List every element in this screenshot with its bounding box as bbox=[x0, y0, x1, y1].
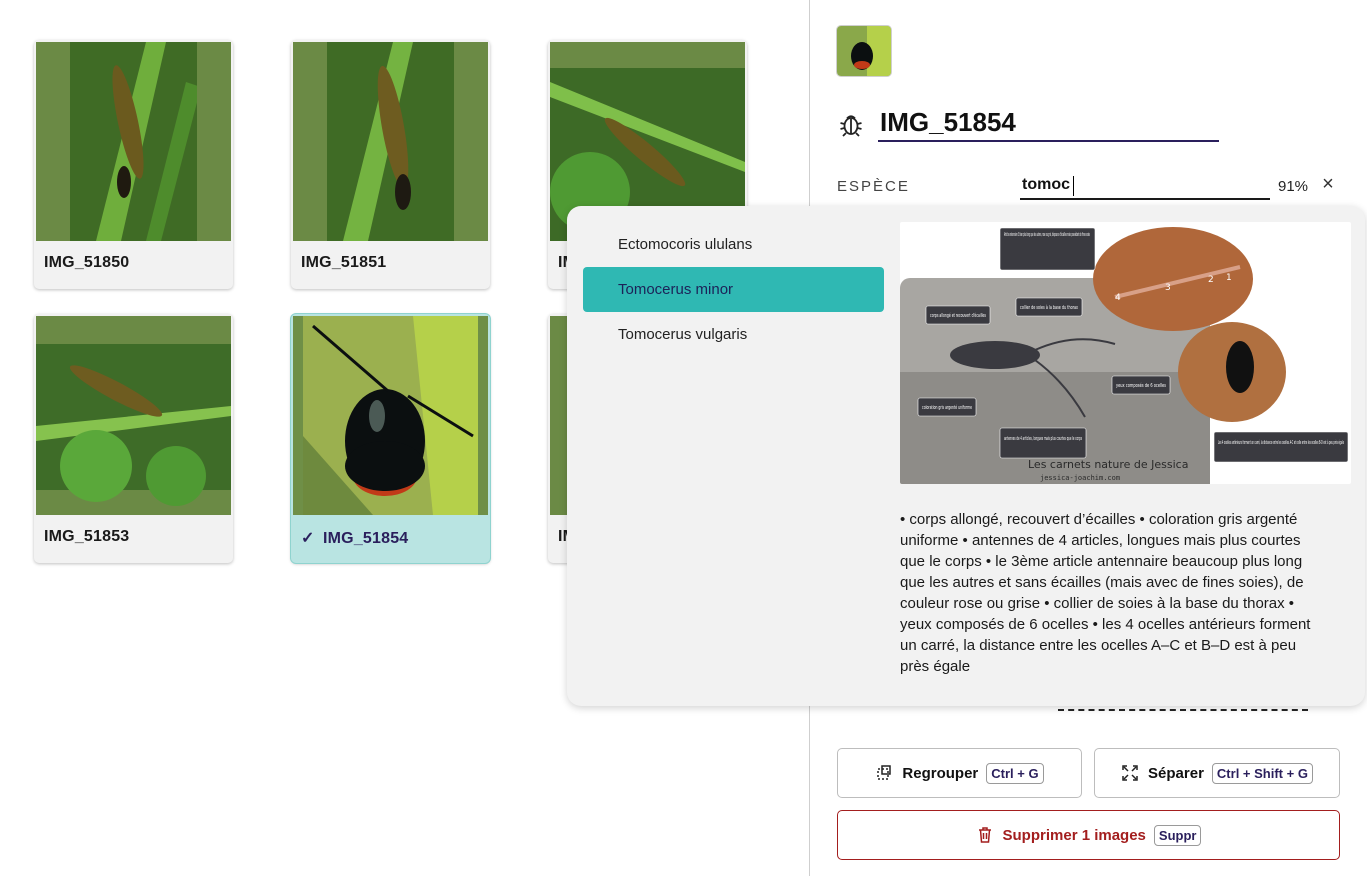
species-suggestions-dropdown: Ectomocoris ululans Tomocerus minor Tomo… bbox=[567, 206, 1365, 706]
image-card[interactable]: IMG_51853 bbox=[34, 314, 233, 563]
confidence-value: 91% bbox=[1278, 178, 1309, 195]
clear-species-icon[interactable]: × bbox=[1319, 174, 1337, 194]
species-label: ESPÈCE bbox=[837, 178, 910, 195]
species-option-active[interactable]: Tomocerus minor bbox=[583, 267, 884, 312]
image-thumbnail bbox=[36, 316, 231, 515]
callout-text: Article antennaire 3 bien plus long que … bbox=[1004, 231, 1090, 238]
image-card-selected[interactable]: ✓ IMG_51854 bbox=[291, 314, 490, 563]
image-card[interactable]: IMG_51851 bbox=[291, 40, 490, 289]
callout-text: yeux composés de 6 ocelles bbox=[1116, 382, 1166, 389]
image-card[interactable]: IMG_51850 bbox=[34, 40, 233, 289]
dashed-separator bbox=[1058, 709, 1308, 711]
species-search-input[interactable] bbox=[1020, 172, 1270, 200]
expand-icon bbox=[1122, 765, 1138, 781]
trash-icon bbox=[978, 827, 991, 843]
check-icon: ✓ bbox=[301, 530, 315, 547]
callout-text: Les 4 ocelles antérieurs forment un carr… bbox=[1218, 439, 1344, 446]
species-option[interactable]: Tomocerus vulgaris bbox=[583, 312, 884, 357]
image-label: IMG_51851 bbox=[301, 254, 387, 271]
shortcut-badge: Suppr bbox=[1153, 824, 1202, 846]
species-description: • corps allongé, recouvert d’écailles • … bbox=[900, 511, 1311, 675]
callout-text: coloration gris argenté uniforme bbox=[922, 404, 972, 411]
callout-text: collier de soies à la base du thorax bbox=[1020, 304, 1078, 311]
group-button[interactable]: Regrouper Ctrl + G bbox=[837, 748, 1082, 798]
group-icon bbox=[877, 765, 892, 780]
image-label: ✓ IMG_51854 bbox=[301, 530, 409, 547]
species-option[interactable]: Ectomocoris ululans bbox=[583, 222, 884, 267]
delete-images-button[interactable]: Supprimer 1 images Suppr bbox=[837, 810, 1340, 860]
image-thumbnail bbox=[293, 316, 488, 515]
image-label: IMG_51850 bbox=[44, 254, 130, 271]
bug-icon bbox=[838, 111, 864, 137]
antenna-number: 4 bbox=[1115, 293, 1121, 303]
image-thumbnail bbox=[293, 42, 488, 241]
watermark-url: jessica-joachim.com bbox=[1040, 474, 1120, 482]
app-root: IMG_51850 IMG_51851 IMG_51853 ✓ IMG_5185… bbox=[0, 0, 1367, 876]
antenna-number: 1 bbox=[1226, 273, 1232, 283]
selected-image-thumbnail[interactable] bbox=[837, 26, 891, 76]
species-reference-image: Article antennaire 3 bien plus long que … bbox=[900, 222, 1351, 484]
watermark-text: Les carnets nature de Jessica bbox=[1028, 458, 1188, 471]
callout-text: antennes de 4 articles, longues mais plu… bbox=[1004, 436, 1082, 442]
text-caret bbox=[1073, 176, 1074, 196]
callout-text: corps allongé et recouvert d'écailles bbox=[930, 312, 986, 319]
antenna-number: 2 bbox=[1208, 275, 1214, 285]
split-button[interactable]: Séparer Ctrl + Shift + G bbox=[1094, 748, 1340, 798]
shortcut-badge: Ctrl + G bbox=[986, 762, 1044, 784]
shortcut-badge: Ctrl + Shift + G bbox=[1211, 762, 1313, 784]
image-title-input[interactable] bbox=[878, 104, 1219, 142]
image-thumbnail bbox=[36, 42, 231, 241]
image-label: IMG_51853 bbox=[44, 528, 130, 545]
antenna-number: 3 bbox=[1165, 283, 1171, 293]
